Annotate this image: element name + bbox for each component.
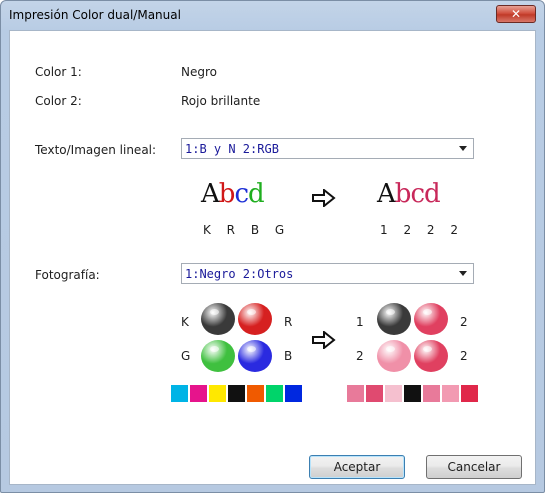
photo-before-label-b: B — [284, 349, 293, 363]
sample-letter-1: A — [377, 179, 396, 209]
color-strip-before — [171, 385, 304, 402]
arrow-right-icon — [312, 189, 336, 207]
photo-before-label-r: R — [284, 315, 293, 329]
color1-label: Color 1: — [35, 65, 82, 79]
photo-after-label-2a: 2 — [460, 315, 468, 329]
photo-ball — [238, 303, 272, 335]
photo-ball — [377, 303, 411, 335]
color-strip-after — [347, 385, 480, 402]
close-button[interactable]: ✕ — [496, 5, 536, 23]
sample-letter-4: d — [248, 179, 265, 209]
color-swatch — [266, 385, 283, 402]
text-sample-before: Abcd — [201, 179, 265, 209]
photo-ball — [201, 340, 235, 372]
color2-label: Color 2: — [35, 94, 82, 108]
photo-sample-before — [201, 303, 273, 375]
color-swatch — [404, 385, 421, 402]
text-sample-after: Abcd — [377, 179, 441, 209]
dialog-title: Impresión Color dual/Manual — [9, 8, 181, 22]
photo-after-label-2c: 2 — [460, 349, 468, 363]
text-sample-after-caption: 1 2 2 2 — [380, 223, 464, 237]
color-swatch — [228, 385, 245, 402]
photo-ball — [238, 340, 272, 372]
text-image-dropdown[interactable]: 1:B y N 2:RGB — [181, 138, 474, 159]
photo-label: Fotografía: — [35, 268, 100, 282]
chevron-down-icon — [459, 146, 467, 151]
title-bar[interactable]: Impresión Color dual/Manual ✕ — [1, 1, 544, 31]
photo-ball — [377, 340, 411, 372]
photo-before-label-k: K — [181, 315, 189, 329]
color-swatch — [366, 385, 383, 402]
color-swatch — [190, 385, 207, 402]
color-swatch — [171, 385, 188, 402]
photo-selected: 1:Negro 2:Otros — [185, 267, 294, 281]
color-swatch — [385, 385, 402, 402]
color2-value: Rojo brillante — [181, 94, 261, 108]
color-swatch — [442, 385, 459, 402]
color-swatch — [461, 385, 478, 402]
sample-letter-3: c — [234, 179, 249, 209]
photo-after-label-2b: 2 — [356, 349, 364, 363]
text-image-selected: 1:B y N 2:RGB — [185, 142, 279, 156]
color-swatch — [247, 385, 264, 402]
text-sample-before-caption: K R B G — [203, 223, 291, 237]
dialog-window: Impresión Color dual/Manual ✕ Color 1: N… — [0, 0, 545, 493]
color-swatch — [209, 385, 226, 402]
sample-letter-3: c — [410, 179, 425, 209]
photo-before-label-g: G — [181, 349, 191, 363]
color-swatch — [347, 385, 364, 402]
cancel-button[interactable]: Cancelar — [426, 455, 522, 479]
photo-dropdown[interactable]: 1:Negro 2:Otros — [181, 263, 474, 284]
photo-ball — [414, 303, 448, 335]
sample-letter-1: A — [201, 179, 220, 209]
photo-ball — [201, 303, 235, 335]
close-icon: ✕ — [510, 7, 522, 21]
sample-letter-4: d — [424, 179, 441, 209]
chevron-down-icon — [459, 271, 467, 276]
dialog-content: Color 1: Negro Color 2: Rojo brillante T… — [9, 30, 536, 485]
accept-button[interactable]: Aceptar — [309, 455, 405, 479]
arrow-right-icon — [312, 331, 336, 349]
color-swatch — [423, 385, 440, 402]
photo-sample-after — [377, 303, 449, 375]
color-swatch — [285, 385, 302, 402]
sample-letter-2: b — [218, 179, 236, 209]
photo-ball — [414, 340, 448, 372]
photo-after-label-1: 1 — [356, 315, 364, 329]
text-image-label: Texto/Imagen lineal: — [35, 143, 157, 157]
sample-letter-2: b — [394, 179, 412, 209]
color1-value: Negro — [181, 65, 217, 79]
